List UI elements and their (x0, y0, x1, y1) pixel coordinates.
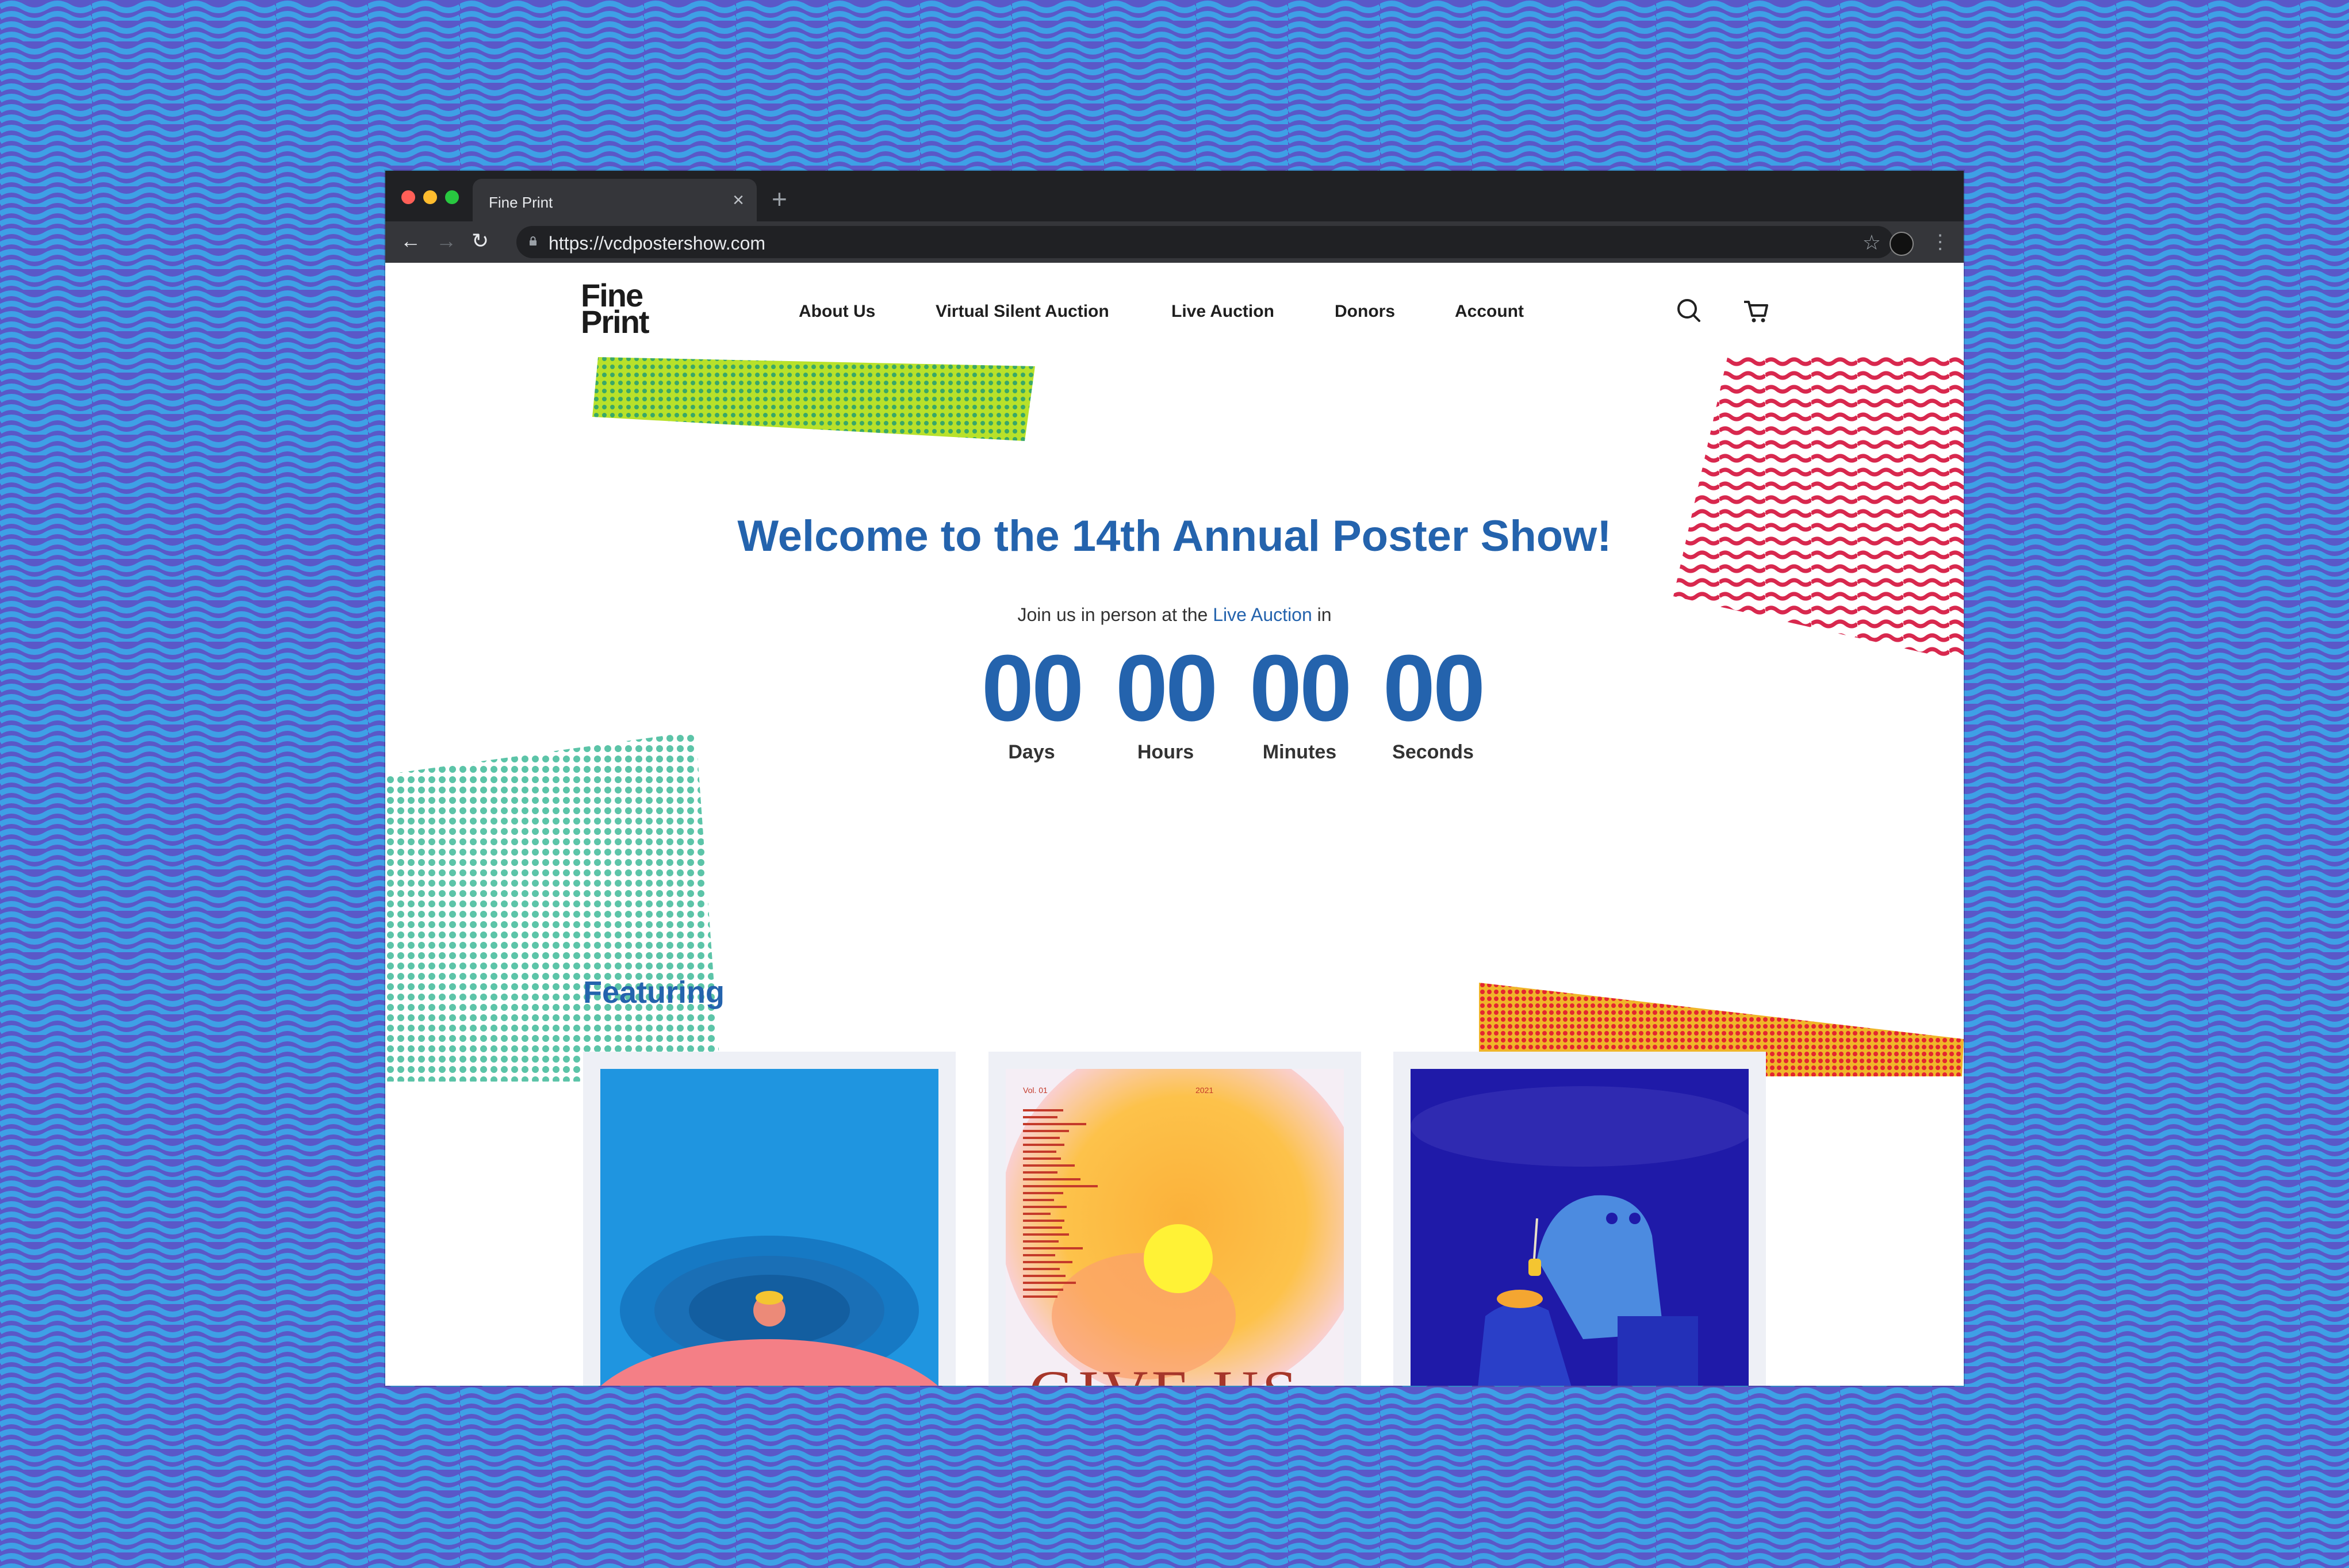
subtitle-text-after: in (1317, 604, 1332, 625)
featured-poster-card-1[interactable] (583, 1052, 956, 1386)
close-window-button[interactable] (401, 190, 415, 204)
live-auction-link[interactable]: Live Auction (1213, 604, 1312, 625)
countdown-minutes: 00 Minutes (1242, 637, 1357, 764)
browser-toolbar: ← → ↻ https://vcdpostershow.com ☆ ⋮ (385, 221, 1964, 263)
browser-tab[interactable]: Fine Print × (473, 179, 757, 221)
countdown-hours-label: Hours (1137, 741, 1194, 763)
countdown-days-label: Days (1008, 741, 1055, 763)
tab-bar: Fine Print × + (385, 171, 1964, 221)
nav-donors[interactable]: Donors (1335, 302, 1395, 321)
nav-live-auction[interactable]: Live Auction (1171, 302, 1274, 321)
countdown-seconds-value: 00 (1382, 635, 1485, 741)
url-text: https://vcdpostershow.com (549, 233, 766, 254)
poster-image-1 (600, 1069, 938, 1386)
close-tab-icon[interactable]: × (733, 189, 744, 212)
countdown-hours: 00 Hours (1108, 637, 1223, 764)
poster2-bottom-text: GIVE US (1029, 1358, 1301, 1386)
poster2-year-label: 2021 (1195, 1086, 1213, 1095)
browser-menu-icon[interactable]: ⋮ (1930, 231, 1950, 254)
web-page: Fine Print About Us Virtual Silent Aucti… (385, 263, 1964, 1386)
browser-window: Fine Print × + ← → ↻ https://vcdpostersh… (385, 171, 1964, 1386)
address-bar[interactable]: https://vcdpostershow.com ☆ (516, 226, 1894, 258)
countdown-seconds-label: Seconds (1392, 741, 1474, 763)
new-tab-icon[interactable]: + (772, 183, 787, 214)
hero-title: Welcome to the 14th Annual Poster Show! (737, 512, 1612, 561)
back-icon[interactable]: ← (400, 229, 421, 252)
nav-account[interactable]: Account (1455, 302, 1524, 321)
minimize-window-button[interactable] (423, 190, 437, 204)
cart-icon[interactable] (1738, 294, 1773, 328)
teal-dots-shape (385, 731, 721, 1082)
subtitle-text-before: Join us in person at the (1017, 604, 1208, 625)
hero-subtitle: Join us in person at the Live Auction in (385, 604, 1964, 626)
green-halftone-shape (592, 357, 1035, 441)
lock-icon (530, 236, 537, 246)
poster2-vol-label: Vol. 01 (1023, 1086, 1048, 1095)
nav-about-us[interactable]: About Us (799, 302, 875, 321)
countdown-minutes-label: Minutes (1262, 741, 1337, 763)
featured-poster-card-3[interactable] (1393, 1052, 1766, 1386)
forward-icon[interactable]: → (436, 229, 457, 252)
fine-print-logo[interactable]: Fine Print (581, 279, 650, 340)
tab-title: Fine Print (489, 194, 553, 211)
featured-poster-card-2[interactable]: Vol. 01 2021 (988, 1052, 1361, 1386)
poster-image-2: Vol. 01 2021 (1006, 1069, 1344, 1386)
countdown-minutes-value: 00 (1249, 635, 1352, 741)
search-icon[interactable] (1672, 294, 1706, 328)
maximize-window-button[interactable] (445, 190, 459, 204)
bookmark-star-icon[interactable]: ☆ (1863, 231, 1881, 255)
countdown-hours-value: 00 (1115, 635, 1218, 741)
reload-icon[interactable]: ↻ (472, 229, 489, 252)
logo-line-2: Print (581, 304, 650, 340)
featuring-heading: Featuring (583, 975, 725, 1010)
poster-image-3 (1411, 1069, 1749, 1386)
countdown-seconds: 00 Seconds (1375, 637, 1490, 764)
countdown-days: 00 Days (974, 637, 1089, 764)
profile-avatar[interactable] (1890, 232, 1914, 256)
nav-virtual-silent-auction[interactable]: Virtual Silent Auction (936, 302, 1109, 321)
countdown-days-value: 00 (981, 635, 1084, 741)
